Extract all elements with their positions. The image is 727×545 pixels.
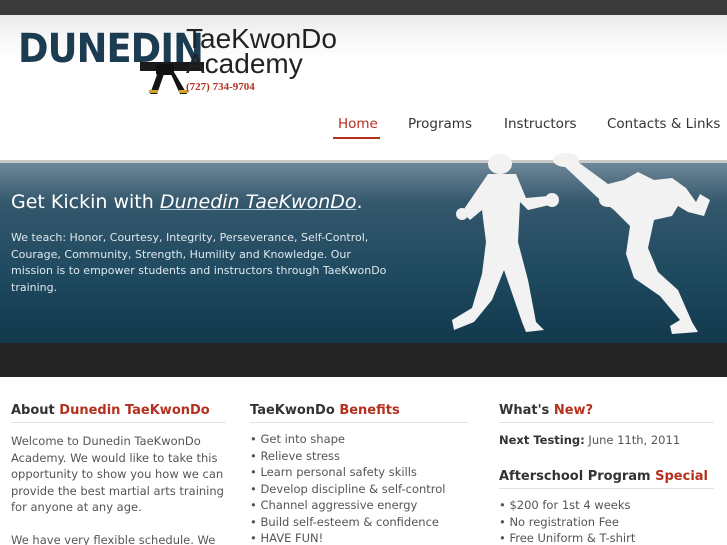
site-logo[interactable]: DUNEDIN TaeKwonDo Academy (727) 734-9704 <box>18 25 337 102</box>
list-item: $200 for 1st 4 weeks <box>499 497 714 514</box>
hero-title-prefix: Get Kickin with <box>11 191 160 213</box>
hero-title-brand: Dunedin TaeKwonDo <box>159 191 357 213</box>
list-item: Get into shape <box>250 431 468 448</box>
dark-band <box>0 343 727 377</box>
next-testing-label: Next Testing: <box>499 433 585 447</box>
list-item: HAVE FUN! <box>250 530 468 545</box>
benefits-heading-plain: TaeKwonDo <box>250 403 340 418</box>
afterschool-heading: Afterschool Program Special <box>499 469 714 489</box>
about-section: About Dunedin TaeKwonDo Welcome to Duned… <box>11 403 226 545</box>
next-testing: Next Testing: June 11th, 2011 <box>499 433 714 447</box>
about-para-2: We have very flexible schedule. We also <box>11 532 216 545</box>
afterschool-heading-plain: Afterschool Program <box>499 469 656 484</box>
about-para-1: Welcome to Dunedin TaeKwonDo Academy. We… <box>11 434 224 514</box>
nav-active-underline <box>333 137 380 139</box>
about-heading: About Dunedin TaeKwonDo <box>11 403 226 423</box>
list-item: Learn personal safety skills <box>250 464 468 481</box>
whats-new-heading-plain: What's <box>499 403 554 418</box>
top-bar <box>0 0 727 15</box>
whats-new-section: What's New? Next Testing: June 11th, 201… <box>499 403 714 545</box>
benefits-list: Get into shape Relieve stress Learn pers… <box>250 431 468 545</box>
about-heading-plain: About <box>11 403 60 418</box>
nav-contacts-links[interactable]: Contacts & Links <box>607 116 720 132</box>
next-testing-date: June 11th, 2011 <box>584 433 681 447</box>
fighters-silhouette-icon <box>452 153 710 334</box>
nav-instructors[interactable]: Instructors <box>504 116 577 132</box>
logo-subtitle: TaeKwonDo Academy <box>186 25 337 79</box>
benefits-section: TaeKwonDo Benefits Get into shape Reliev… <box>250 403 468 545</box>
logo-phone: (727) 734-9704 <box>186 81 255 93</box>
afterschool-heading-accent: Special <box>655 469 709 484</box>
whats-new-heading-accent: New? <box>553 403 594 418</box>
logo-line2: Academy <box>186 48 303 79</box>
list-item: Channel aggressive energy <box>250 497 468 514</box>
about-heading-accent: Dunedin TaeKwonDo <box>59 403 210 418</box>
list-item: Free Uniform & T-shirt <box>499 530 714 545</box>
list-item: Develop discipline & self-control <box>250 481 468 498</box>
benefits-heading-accent: Benefits <box>339 403 400 418</box>
whats-new-heading: What's New? <box>499 403 714 423</box>
nav-home[interactable]: Home <box>338 116 378 132</box>
hero-text: We teach: Honor, Courtesy, Integrity, Pe… <box>11 231 387 294</box>
list-item: Build self-esteem & confidence <box>250 514 468 531</box>
benefits-heading: TaeKwonDo Benefits <box>250 403 468 423</box>
list-item: No registration Fee <box>499 514 714 531</box>
hero-title-suffix: . <box>356 191 363 213</box>
list-item: Relieve stress <box>250 448 468 465</box>
afterschool-list: $200 for 1st 4 weeks No registration Fee… <box>499 497 714 545</box>
hero-title: Get Kickin with Dunedin TaeKwonDo. <box>11 191 363 213</box>
nav-programs[interactable]: Programs <box>408 116 472 132</box>
